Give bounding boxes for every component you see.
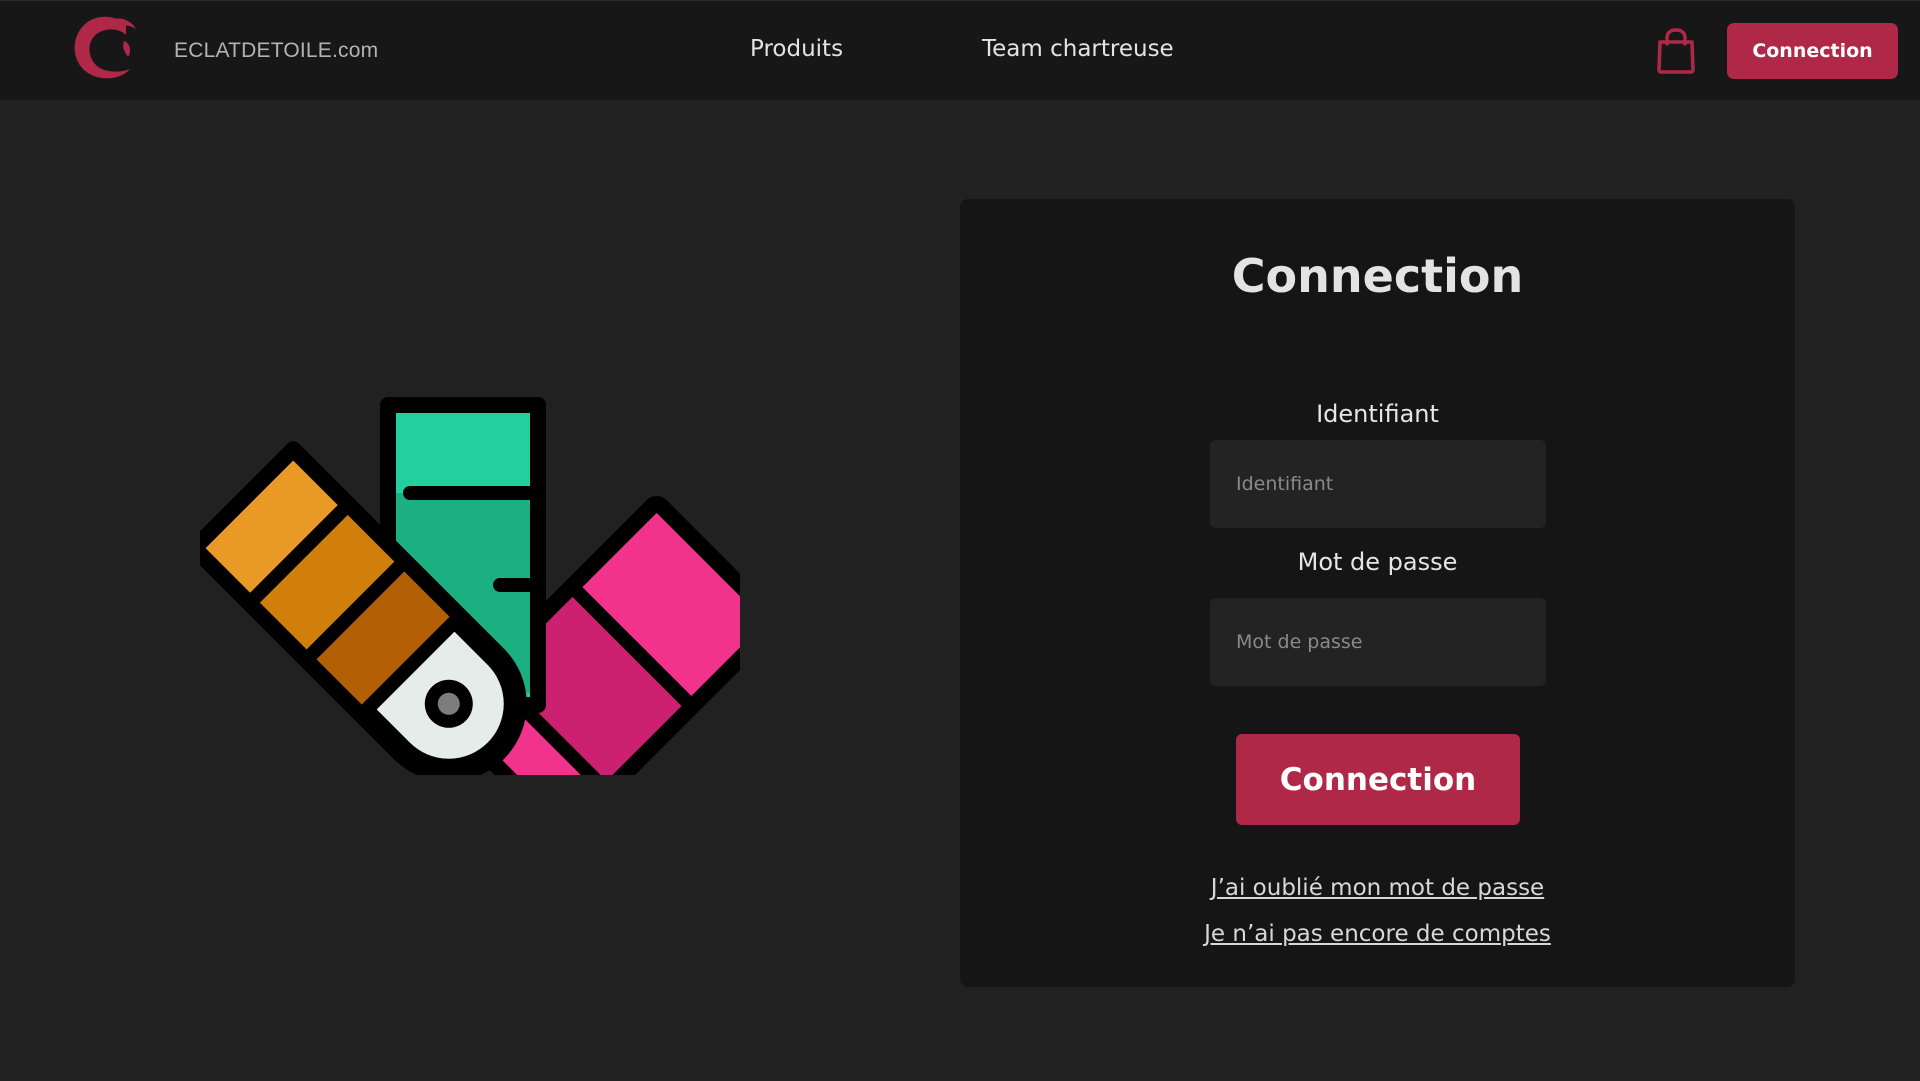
top-navbar: ECLATDETOILE.com Produits Team chartreus…: [0, 0, 1920, 100]
forgot-password-link[interactable]: J’ai oublié mon mot de passe: [960, 875, 1795, 901]
nav-link-team-chartreuse[interactable]: Team chartreuse: [982, 36, 1174, 62]
shopping-bag-icon[interactable]: [1656, 28, 1696, 74]
password-label: Mot de passe: [1297, 548, 1458, 576]
username-input[interactable]: [1210, 440, 1546, 528]
username-label: Identifiant: [1316, 400, 1439, 428]
signup-link[interactable]: Je n’ai pas encore de comptes: [960, 921, 1795, 947]
brand-name[interactable]: ECLATDETOILE.com: [174, 39, 378, 63]
login-card: Connection Identifiant Mot de passe Conn…: [960, 199, 1795, 987]
header-login-button[interactable]: Connection: [1727, 23, 1898, 79]
login-title: Connection: [1231, 249, 1524, 303]
crescent-logo-icon[interactable]: [66, 11, 142, 87]
password-input[interactable]: [1210, 598, 1546, 686]
login-submit-button[interactable]: Connection: [1236, 734, 1520, 825]
nav-link-produits[interactable]: Produits: [750, 36, 843, 62]
color-swatch-fan-icon: [200, 397, 740, 775]
